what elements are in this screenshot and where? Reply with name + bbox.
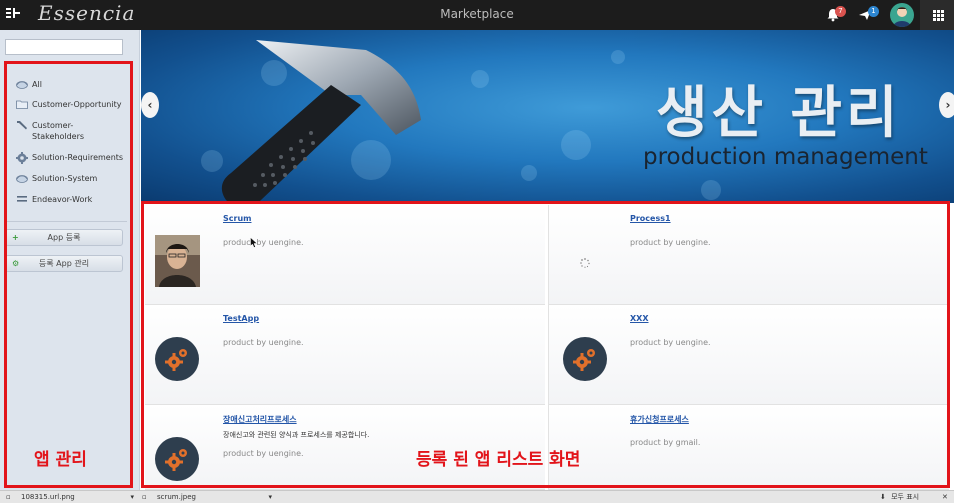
sidebar-item-all[interactable]: All bbox=[16, 79, 126, 90]
show-all-label: 모두 표시 bbox=[891, 493, 920, 501]
sidebar-item-label: Customer-Opportunity bbox=[32, 100, 122, 109]
list-icon bbox=[16, 194, 28, 204]
notifications-button[interactable]: 7 bbox=[826, 4, 846, 26]
loading-spinner-icon bbox=[580, 253, 590, 272]
sidebar-item-label: Solution-System bbox=[32, 174, 98, 183]
download-item[interactable]: ▫ scrum.jpeg ▾ bbox=[142, 492, 272, 503]
sidebar-item-label: Endeavor-Work bbox=[32, 195, 93, 204]
gears-icon bbox=[155, 337, 199, 381]
message-count-badge: 1 bbox=[868, 6, 879, 17]
app-card-xxx[interactable]: XXX product by uengine. bbox=[549, 305, 949, 405]
app-byline: product by uengine. bbox=[630, 338, 711, 347]
chevron-down-icon[interactable]: ▾ bbox=[130, 492, 134, 503]
sidebar-item-solution-system[interactable]: Solution-System bbox=[16, 173, 126, 184]
sidebar-item-customer-opportunity[interactable]: Customer-Opportunity bbox=[16, 99, 126, 110]
sidebar-item-endeavor-work[interactable]: Endeavor-Work bbox=[16, 194, 126, 205]
app-card-process1[interactable]: Process1 product by uengine. bbox=[549, 205, 949, 305]
app-thumbnail-photo bbox=[155, 235, 200, 287]
app-title[interactable]: Process1 bbox=[630, 214, 671, 223]
manage-apps-button[interactable]: ⚙ 등록 App 관리 bbox=[5, 255, 123, 272]
carousel-next-button[interactable]: › bbox=[939, 92, 954, 118]
notification-count-badge: 7 bbox=[835, 6, 846, 17]
folder-icon bbox=[16, 173, 28, 183]
menu-toggle-icon[interactable] bbox=[6, 7, 22, 23]
download-arrow-icon: ⬇ bbox=[880, 493, 886, 501]
page-title: Marketplace bbox=[440, 7, 514, 21]
banner-title: 생산 관리 bbox=[656, 81, 902, 146]
sidebar-item-solution-requirements[interactable]: Solution-Requirements bbox=[16, 152, 126, 164]
annotation-label-sidebar: 앱 관리 bbox=[34, 450, 87, 470]
app-title[interactable]: 장애신고처리프로세스 bbox=[223, 414, 297, 425]
file-icon: ▫ bbox=[142, 493, 147, 501]
hammer-illustration bbox=[221, 40, 421, 203]
apps-grid-button[interactable] bbox=[920, 0, 954, 30]
gears-icon bbox=[155, 437, 199, 481]
app-byline: product by uengine. bbox=[630, 238, 711, 247]
app-byline: product by uengine. bbox=[223, 238, 304, 247]
sidebar-item-label: Customer- Stakeholders bbox=[32, 121, 85, 141]
app-card-vacation-process[interactable]: 휴가신청프로세스 product by gmail. bbox=[549, 405, 949, 490]
top-bar: Essencia Marketplace 7 1 bbox=[0, 0, 954, 30]
chevron-left-icon: ‹ bbox=[147, 98, 153, 112]
sidebar-item-label: Solution-Requirements bbox=[32, 153, 124, 162]
mouse-cursor-icon bbox=[250, 233, 258, 252]
plus-icon: + bbox=[12, 233, 19, 242]
register-app-label: App 등록 bbox=[47, 233, 81, 242]
messages-button[interactable]: 1 bbox=[858, 4, 879, 26]
download-item[interactable]: ▫ 108315.url.png ▾ bbox=[6, 492, 134, 503]
app-title[interactable]: XXX bbox=[630, 314, 649, 323]
download-filename: scrum.jpeg bbox=[156, 493, 196, 501]
manage-apps-label: 등록 App 관리 bbox=[38, 259, 90, 268]
close-download-bar-button[interactable]: ✕ bbox=[942, 492, 948, 503]
app-card-scrum[interactable]: Scrum product by uengine. bbox=[145, 205, 545, 305]
app-title[interactable]: Scrum bbox=[223, 214, 251, 223]
carousel-prev-button[interactable]: ‹ bbox=[141, 92, 159, 118]
gear-icon bbox=[16, 152, 28, 164]
banner-subtitle: production management bbox=[643, 144, 928, 170]
gears-icon bbox=[563, 337, 607, 381]
close-icon: ✕ bbox=[942, 493, 948, 501]
app-byline: product by uengine. bbox=[223, 449, 304, 458]
wrench-icon bbox=[16, 120, 28, 130]
folder-icon bbox=[16, 79, 28, 89]
app-title[interactable]: 휴가신청프로세스 bbox=[630, 414, 689, 425]
file-icon: ▫ bbox=[6, 493, 11, 501]
banner-carousel: 생산 관리 production management ‹ › bbox=[141, 30, 954, 203]
chevron-right-icon: › bbox=[945, 98, 951, 112]
download-filename: 108315.url.png bbox=[20, 493, 75, 501]
annotation-label-app-list: 등록 된 앱 리스트 화면 bbox=[416, 450, 581, 470]
sidebar: All Customer-Opportunity Customer- Stake… bbox=[0, 30, 140, 490]
brand-logo[interactable]: Essencia bbox=[38, 1, 135, 25]
user-avatar[interactable] bbox=[890, 3, 914, 27]
register-app-button[interactable]: + App 등록 bbox=[5, 229, 123, 246]
search-input[interactable] bbox=[5, 39, 123, 55]
app-byline: product by gmail. bbox=[630, 438, 701, 447]
app-byline: product by uengine. bbox=[223, 338, 304, 347]
show-all-downloads-button[interactable]: ⬇ 모두 표시 bbox=[880, 492, 919, 503]
app-card-testapp[interactable]: TestApp product by uengine. bbox=[145, 305, 545, 405]
app-title[interactable]: TestApp bbox=[223, 314, 259, 323]
app-description: 장애신고와 관련된 양식과 프로세스를 제공합니다. bbox=[223, 431, 370, 439]
folder-icon bbox=[16, 99, 28, 109]
chevron-down-icon[interactable]: ▾ bbox=[268, 492, 272, 503]
sidebar-item-label: All bbox=[32, 80, 42, 89]
sidebar-item-customer-stakeholders[interactable]: Customer- Stakeholders bbox=[16, 120, 126, 142]
download-bar: ▫ 108315.url.png ▾ ▫ scrum.jpeg ▾ ⬇ 모두 표… bbox=[0, 490, 954, 503]
sidebar-divider bbox=[5, 221, 127, 222]
gear-icon: ⚙ bbox=[12, 259, 20, 268]
